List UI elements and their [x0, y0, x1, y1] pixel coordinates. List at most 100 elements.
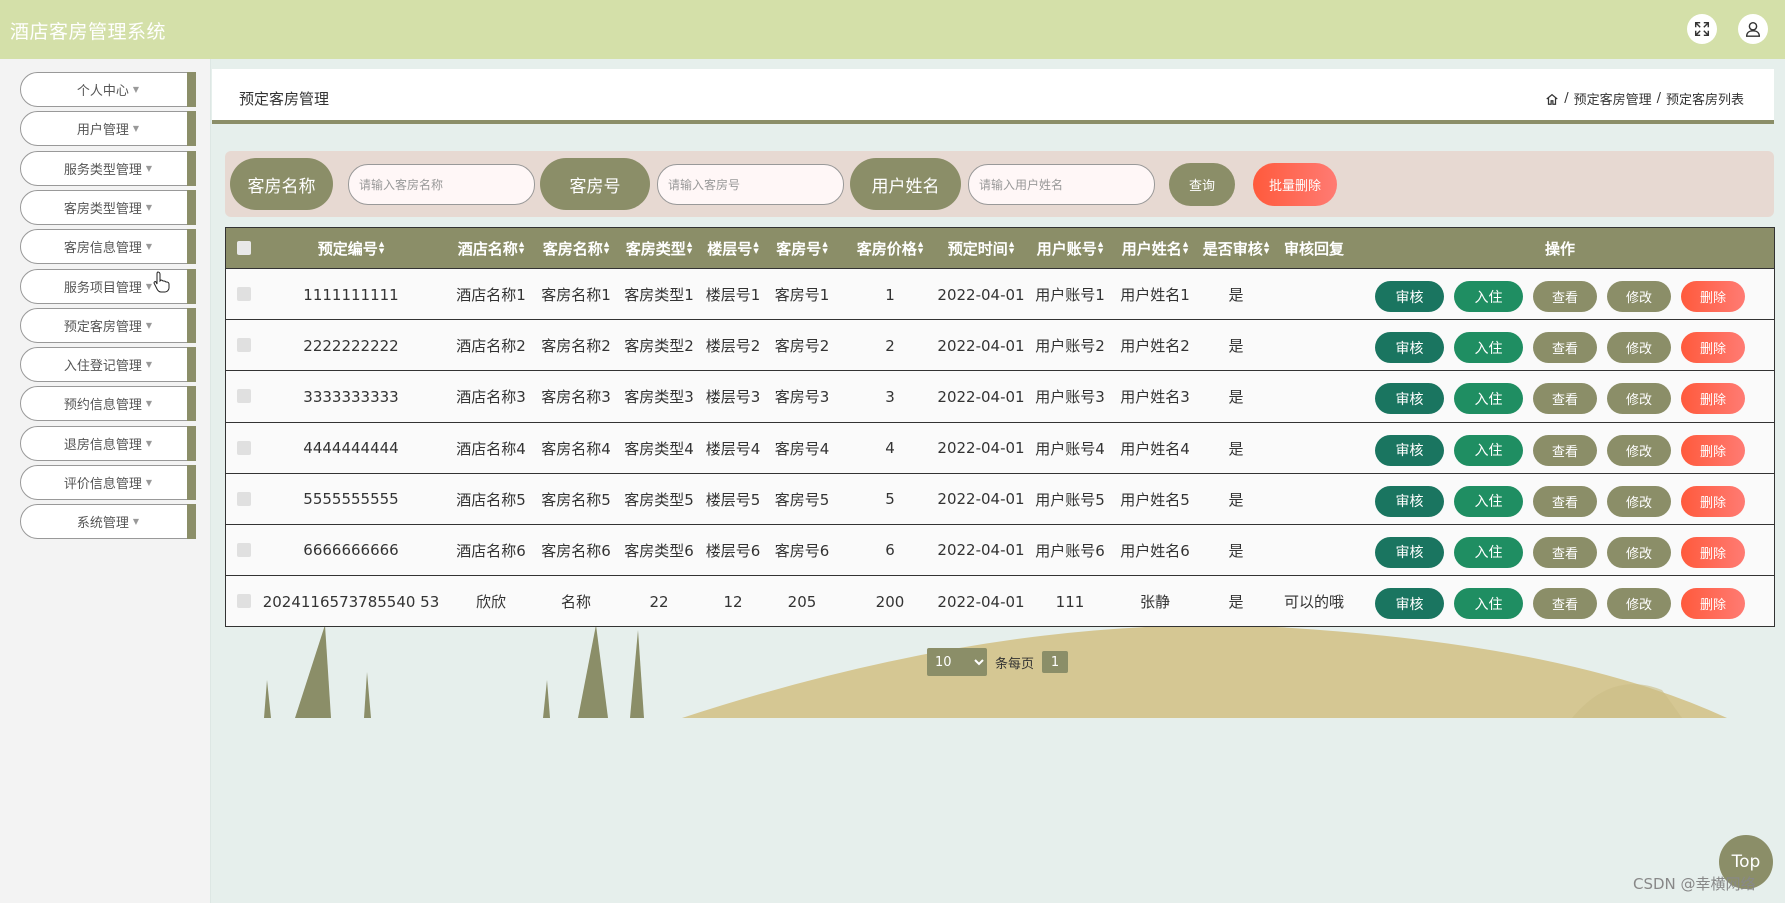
select-all-checkbox[interactable] [237, 241, 251, 255]
edit-button[interactable]: 修改 [1607, 383, 1671, 415]
column-header-hotel-name[interactable]: 酒店名称 ▲ ▼ [456, 228, 526, 268]
sidebar-item-appointment-manage[interactable]: 预约信息管理 ▼ [20, 386, 196, 422]
sort-icon[interactable]: ▲ ▼ [822, 241, 827, 255]
audit-button[interactable]: 审核 [1375, 332, 1444, 364]
view-button[interactable]: 查看 [1533, 332, 1597, 364]
delete-button[interactable]: 删除 [1681, 536, 1745, 568]
sidebar-item-label: 服务类型管理 [63, 162, 142, 178]
sidebar-item-user-manage[interactable]: 用户管理 ▼ [20, 111, 196, 147]
breadcrumb-item-booking-manage[interactable]: 预定客房管理 [1574, 89, 1652, 108]
edit-button[interactable]: 修改 [1607, 536, 1671, 568]
audit-button[interactable]: 审核 [1375, 588, 1444, 620]
view-button[interactable]: 查看 [1533, 434, 1597, 466]
column-header-booking-time[interactable]: 预定时间 ▲ ▼ [936, 228, 1026, 268]
checkin-button[interactable]: 入住 [1454, 332, 1523, 364]
cell-room-price: 6 [885, 541, 895, 560]
sidebar-item-personal-center[interactable]: 个人中心 ▼ [20, 72, 196, 107]
room-no-input[interactable] [657, 164, 844, 205]
sort-icon[interactable]: ▲ ▼ [379, 241, 384, 255]
user-name-input[interactable] [968, 164, 1155, 205]
home-icon[interactable] [1545, 92, 1559, 106]
view-button[interactable]: 查看 [1533, 281, 1597, 312]
checkin-button[interactable]: 入住 [1454, 281, 1523, 312]
sort-icon[interactable]: ▲ ▼ [604, 241, 609, 255]
view-button[interactable]: 查看 [1533, 536, 1597, 568]
column-header-room-type[interactable]: 客房类型 ▲ ▼ [623, 228, 695, 268]
sidebar-item-checkin-manage[interactable]: 入住登记管理 ▼ [20, 347, 196, 383]
sidebar-item-booking-manage[interactable]: 预定客房管理 ▼ [20, 307, 196, 343]
checkin-button[interactable]: 入住 [1454, 536, 1523, 568]
view-button[interactable]: 查看 [1533, 485, 1597, 517]
sort-icon[interactable]: ▲ ▼ [519, 241, 524, 255]
row-checkbox[interactable] [237, 287, 251, 301]
query-button[interactable]: 查询 [1169, 163, 1235, 206]
cell-audit-reply [1278, 525, 1350, 576]
row-checkbox[interactable] [237, 594, 251, 609]
page-number-1[interactable]: 1 [1042, 651, 1069, 673]
fullscreen-button[interactable] [1687, 14, 1717, 44]
row-checkbox[interactable] [237, 440, 251, 455]
column-header-user-account[interactable]: 用户账号 ▲ ▼ [1031, 228, 1109, 268]
column-header-is-audited[interactable]: 是否审核 ▲ ▼ [1200, 228, 1272, 268]
column-header-booking-no[interactable]: 预定编号 ▲ ▼ [266, 228, 436, 268]
delete-button[interactable]: 删除 [1681, 588, 1745, 620]
breadcrumb-sep: / [1564, 91, 1569, 106]
room-name-input[interactable] [348, 164, 535, 205]
edit-button[interactable]: 修改 [1607, 281, 1671, 312]
audit-button[interactable]: 审核 [1375, 281, 1444, 312]
checkin-button[interactable]: 入住 [1454, 588, 1523, 620]
sort-icon[interactable]: ▲ ▼ [1098, 241, 1103, 255]
checkin-button[interactable]: 入住 [1454, 485, 1523, 517]
edit-button[interactable]: 修改 [1607, 485, 1671, 517]
delete-button[interactable]: 删除 [1681, 281, 1745, 312]
delete-button[interactable]: 删除 [1681, 434, 1745, 466]
sort-icon[interactable]: ▲ ▼ [1009, 241, 1014, 255]
row-checkbox[interactable] [237, 491, 251, 506]
column-header-label: 客房号 [776, 239, 822, 258]
caret-down-icon: ▼ [132, 85, 140, 94]
edit-button[interactable]: 修改 [1607, 332, 1671, 364]
sort-icon[interactable]: ▲ ▼ [1183, 241, 1188, 255]
pagination: 10 条每页 1 [927, 648, 1069, 676]
checkin-button[interactable]: 入住 [1454, 434, 1523, 466]
audit-button[interactable]: 审核 [1375, 536, 1444, 568]
edit-button[interactable]: 修改 [1607, 588, 1671, 620]
sort-icon[interactable]: ▲ ▼ [918, 241, 923, 255]
cell-booking-time: 2022-04-01 [937, 387, 1025, 406]
sidebar-item-room-type-manage[interactable]: 客房类型管理 ▼ [20, 189, 196, 225]
column-header-room-no[interactable]: 客房号 ▲ ▼ [771, 228, 833, 268]
view-button[interactable]: 查看 [1533, 383, 1597, 415]
delete-button[interactable]: 删除 [1681, 485, 1745, 517]
sort-icon[interactable]: ▲ ▼ [687, 241, 692, 255]
audit-button[interactable]: 审核 [1375, 434, 1444, 466]
row-checkbox[interactable] [237, 338, 251, 353]
sidebar-item-room-info-manage[interactable]: 客房信息管理 ▼ [20, 229, 196, 265]
column-header-room-name[interactable]: 客房名称 ▲ ▼ [540, 228, 612, 268]
sidebar-item-service-type-manage[interactable]: 服务类型管理 ▼ [20, 150, 196, 186]
sidebar-item-review-manage[interactable]: 评价信息管理 ▼ [20, 465, 196, 500]
row-checkbox[interactable] [237, 389, 251, 404]
audit-button[interactable]: 审核 [1375, 383, 1444, 415]
column-header-floor-no[interactable]: 楼层号 ▲ ▼ [702, 228, 764, 268]
sort-icon[interactable]: ▲ ▼ [753, 241, 758, 255]
delete-button[interactable]: 删除 [1681, 383, 1745, 415]
row-checkbox[interactable] [237, 542, 251, 557]
sidebar-item-checkout-manage[interactable]: 退房信息管理 ▼ [20, 425, 196, 461]
batch-delete-button[interactable]: 批量删除 [1253, 163, 1337, 206]
audit-button[interactable]: 审核 [1375, 485, 1444, 517]
column-header-user-name[interactable]: 用户姓名 ▲ ▼ [1116, 228, 1194, 268]
cell-room-price: 200 [875, 592, 905, 611]
sort-icon[interactable]: ▲ ▼ [1264, 241, 1269, 255]
cell-booking-no: 2024116573785540 53 [262, 592, 440, 611]
page-size-select[interactable]: 10 [927, 648, 987, 676]
view-button[interactable]: 查看 [1533, 588, 1597, 620]
cell-room-no: 客房号5 [774, 490, 830, 509]
delete-button[interactable]: 删除 [1681, 332, 1745, 364]
cell-room-no: 客房号6 [774, 541, 830, 560]
checkin-button[interactable]: 入住 [1454, 383, 1523, 415]
user-menu-button[interactable] [1738, 14, 1768, 44]
edit-button[interactable]: 修改 [1607, 434, 1671, 466]
column-header-label: 酒店名称 [457, 239, 518, 258]
column-header-room-price[interactable]: 客房价格 ▲ ▼ [851, 228, 929, 268]
sidebar-item-system-manage[interactable]: 系统管理 ▼ [20, 504, 196, 540]
